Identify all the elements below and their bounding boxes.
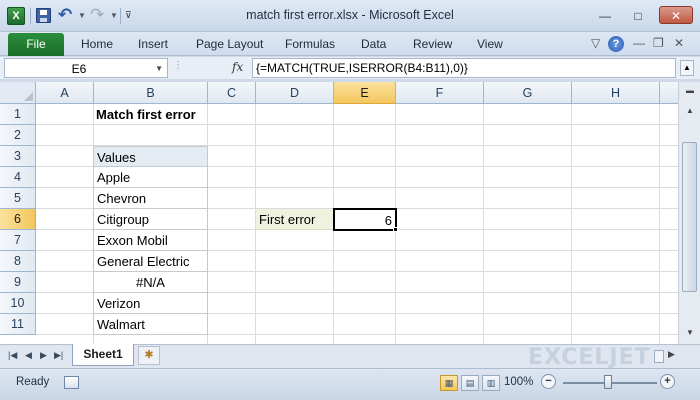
workbook-close-icon[interactable]: ✕ (674, 36, 684, 50)
row-header-5[interactable]: 5 (0, 188, 36, 209)
ribbon-tabs: File Home Insert Page Layout Formulas Da… (0, 32, 700, 56)
cell-b1[interactable]: Match first error (96, 104, 296, 125)
split-handle-icon[interactable]: ▬ (682, 84, 698, 98)
worksheet-grid[interactable]: A B C D E F G H 1 2 3 4 5 6 7 8 9 10 11 … (0, 82, 678, 344)
formula-bar-grip-icon[interactable]: ⋮ (173, 60, 183, 76)
insert-sheet-icon[interactable]: ✱ (138, 346, 160, 365)
last-sheet-icon[interactable]: ▶| (54, 350, 63, 361)
cell-b7[interactable]: Exxon Mobil (93, 230, 208, 251)
fill-handle[interactable] (393, 227, 398, 232)
row-header-8[interactable]: 8 (0, 251, 36, 272)
tab-page-layout[interactable]: Page Layout (196, 37, 263, 51)
row-header-3[interactable]: 3 (0, 146, 36, 167)
row-header-11[interactable]: 11 (0, 314, 36, 335)
prev-sheet-icon[interactable]: ◀ (25, 350, 32, 361)
normal-view-icon[interactable]: ▦ (440, 375, 458, 391)
gridline (483, 104, 484, 344)
name-box-value: E6 (71, 62, 87, 76)
status-text: Ready (16, 376, 50, 388)
sheet-tab-bar: |◀ ◀ ▶ ▶| Sheet1 ✱ EXCELJET ▶ (0, 344, 700, 370)
minimize-ribbon-icon[interactable]: ▽ (591, 36, 600, 50)
column-header-e[interactable]: E (334, 82, 396, 104)
cell-b3[interactable]: Values (93, 146, 208, 167)
tab-insert[interactable]: Insert (138, 37, 168, 51)
row-header-6[interactable]: 6 (0, 209, 36, 230)
cell-b6[interactable]: Citigroup (93, 209, 208, 230)
next-sheet-icon[interactable]: ▶ (40, 350, 47, 361)
formula-input[interactable]: {=MATCH(TRUE,ISERROR(B4:B11),0)} (252, 58, 676, 78)
cell-b11[interactable]: Walmart (93, 314, 208, 335)
select-all-button[interactable] (0, 82, 36, 104)
column-header-partial (660, 82, 678, 104)
tab-review[interactable]: Review (413, 37, 452, 51)
column-header-d[interactable]: D (256, 82, 334, 104)
zoom-out-icon[interactable]: − (541, 374, 556, 389)
column-header-h[interactable]: H (572, 82, 660, 104)
tab-view[interactable]: View (477, 37, 503, 51)
tab-data[interactable]: Data (361, 37, 386, 51)
row-header-10[interactable]: 10 (0, 293, 36, 314)
formula-bar: E6 ▼ ⋮ fx {=MATCH(TRUE,ISERROR(B4:B11),0… (0, 57, 700, 79)
zoom-in-icon[interactable]: + (660, 374, 675, 389)
cell-b5[interactable]: Chevron (93, 188, 208, 209)
page-layout-view-icon[interactable]: ▤ (461, 375, 479, 391)
column-header-f[interactable]: F (396, 82, 484, 104)
close-icon[interactable]: ✕ (659, 6, 693, 24)
scroll-right-icon[interactable]: ▶ (668, 349, 675, 360)
zoom-level[interactable]: 100% (504, 376, 533, 388)
zoom-slider-thumb[interactable] (604, 375, 612, 389)
status-bar: Ready ▦ ▤ ▥ 100% − + (0, 368, 700, 400)
column-header-c[interactable]: C (208, 82, 256, 104)
page-break-view-icon[interactable]: ▥ (482, 375, 500, 391)
column-header-g[interactable]: G (484, 82, 572, 104)
row-header-9[interactable]: 9 (0, 272, 36, 293)
column-header-a[interactable]: A (36, 82, 94, 104)
gridline (571, 104, 572, 344)
column-header-b[interactable]: B (94, 82, 208, 104)
cell-d6[interactable]: First error (256, 209, 334, 230)
chevron-down-icon[interactable]: ▼ (155, 64, 163, 73)
first-sheet-icon[interactable]: |◀ (8, 350, 17, 361)
row-header-2[interactable]: 2 (0, 125, 36, 146)
horizontal-scroll-thumb[interactable] (654, 350, 664, 363)
cell-b4[interactable]: Apple (93, 167, 208, 188)
macro-record-icon[interactable] (64, 376, 79, 389)
scroll-thumb[interactable] (682, 142, 697, 292)
scroll-down-icon[interactable]: ▼ (682, 326, 698, 340)
workbook-restore-icon[interactable]: ❐ (653, 36, 664, 50)
row-header-4[interactable]: 4 (0, 167, 36, 188)
sheet-tab-sheet1[interactable]: Sheet1 (72, 344, 134, 366)
workbook-minimize-icon[interactable]: — (633, 36, 645, 50)
tab-home[interactable]: Home (81, 37, 113, 51)
row-header-1[interactable]: 1 (0, 104, 36, 125)
title-bar: X ↶ ▼ ↷ ▼ ⊽ match first error.xlsx - Mic… (0, 0, 700, 32)
expand-formula-bar-icon[interactable]: ▲ (680, 60, 694, 76)
name-box[interactable]: E6 ▼ (4, 58, 168, 78)
minimize-icon[interactable]: — (592, 7, 618, 25)
tab-formulas[interactable]: Formulas (285, 37, 335, 51)
insert-function-icon[interactable]: fx (232, 60, 243, 74)
vertical-scrollbar[interactable]: ▬ ▲ ▼ (678, 82, 700, 344)
row-header-7[interactable]: 7 (0, 230, 36, 251)
tab-file[interactable]: File (8, 33, 64, 56)
cell-b9[interactable]: #N/A (93, 272, 208, 293)
cell-b8[interactable]: General Electric (93, 251, 208, 272)
cell-e6[interactable]: 6 (333, 208, 397, 231)
exceljet-watermark: EXCELJET (528, 345, 651, 370)
maximize-icon[interactable]: □ (625, 7, 651, 25)
help-icon[interactable]: ? (608, 36, 624, 52)
scroll-up-icon[interactable]: ▲ (682, 104, 698, 118)
gridline (659, 104, 660, 344)
cell-b10[interactable]: Verizon (93, 293, 208, 314)
